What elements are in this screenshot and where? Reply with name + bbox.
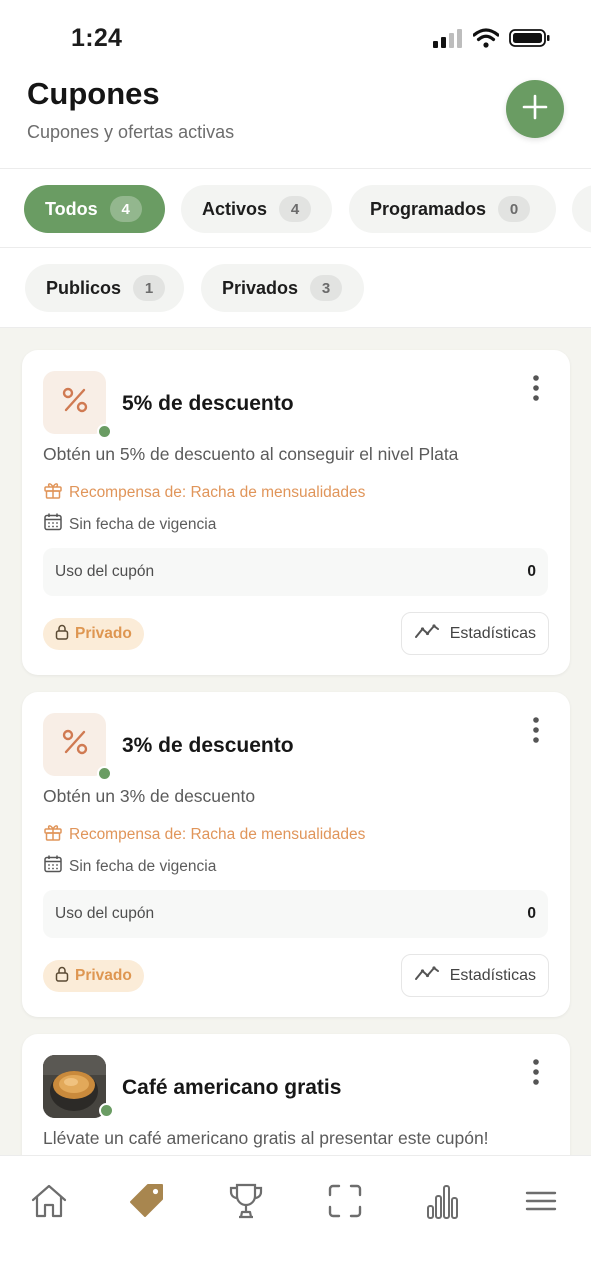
visibility-label: Privado	[75, 625, 132, 642]
coupon-usage-row: Uso del cupón 0	[43, 890, 548, 938]
active-status-dot	[97, 766, 112, 781]
calendar-icon	[43, 854, 63, 879]
filter-chip-label: Todos	[45, 198, 98, 219]
statistics-label: Estadísticas	[449, 966, 536, 984]
page-title: Cupones	[27, 76, 160, 111]
more-options-button[interactable]	[532, 1058, 540, 1091]
tab-statistics[interactable]	[418, 1178, 468, 1228]
coupon-title: 3% de descuento	[122, 734, 294, 757]
tab-home[interactable]	[24, 1178, 74, 1228]
add-coupon-button[interactable]	[506, 80, 564, 138]
tab-scan[interactable]	[320, 1178, 370, 1228]
kebab-menu-icon	[532, 1059, 540, 1090]
visibility-label: Privado	[75, 967, 132, 984]
coupon-validity-text: Sin fecha de vigencia	[69, 515, 217, 533]
filter-chip-label: Privados	[222, 277, 299, 298]
menu-icon	[525, 1190, 557, 1217]
filter-chip-count: 4	[109, 196, 142, 222]
coupon-description: Llévate un café americano gratis al pres…	[43, 1128, 489, 1148]
battery-icon	[509, 28, 551, 53]
filter-chip-count: 0	[498, 196, 531, 222]
coupon-validity: Sin fecha de vigencia	[43, 512, 216, 537]
statistics-button[interactable]: Estadísticas	[400, 954, 549, 997]
filter-chip-publicos[interactable]: Publicos 1	[25, 264, 184, 312]
coupon-usage-row: Uso del cupón 0	[43, 548, 548, 596]
filter-chip-count: 3	[310, 275, 343, 301]
statistics-label: Estadísticas	[449, 624, 536, 642]
calendar-icon	[43, 512, 63, 537]
lock-icon	[55, 966, 69, 987]
filter-chip-todos[interactable]: Todos 4	[24, 185, 165, 233]
tab-menu[interactable]	[516, 1178, 566, 1228]
trophy-icon	[228, 1182, 264, 1225]
coupon-description: Obtén un 3% de descuento	[43, 786, 256, 806]
visibility-badge: Privado	[43, 618, 144, 650]
coupon-card[interactable]: Café americano gratis Llévate un café am…	[22, 1034, 570, 1155]
gift-icon	[43, 480, 63, 505]
visibility-badge: Privado	[43, 960, 144, 992]
signal-icon	[433, 28, 463, 53]
coupon-thumbnail	[43, 713, 112, 781]
usage-label: Uso del cupón	[55, 905, 155, 922]
coupon-reward-text: Recompensa de: Racha de mensualidades	[69, 483, 366, 501]
coupon-thumbnail	[43, 371, 112, 439]
tag-icon	[128, 1182, 166, 1225]
kebab-menu-icon	[532, 375, 540, 406]
filter-chip-privados[interactable]: Privados 3	[201, 264, 364, 312]
kebab-menu-icon	[532, 717, 540, 748]
statistics-button[interactable]: Estadísticas	[400, 612, 549, 655]
coupon-reward: Recompensa de: Racha de mensualidades	[43, 822, 365, 847]
usage-label: Uso del cupón	[55, 563, 155, 580]
filter-chip-label: Programados	[370, 198, 487, 219]
scan-icon	[328, 1184, 362, 1223]
filter-chip-more[interactable]	[572, 185, 591, 233]
coupon-validity-text: Sin fecha de vigencia	[69, 857, 217, 875]
coupon-title: Café americano gratis	[122, 1076, 342, 1099]
filter-chip-count: 1	[133, 275, 166, 301]
active-status-dot	[99, 1103, 114, 1118]
plus-icon	[522, 94, 548, 125]
trend-line-icon	[414, 964, 440, 987]
coupon-list: 5% de descuento Obtén un 5% de descuento…	[0, 328, 591, 1155]
lock-icon	[55, 624, 69, 645]
visibility-filter-bar: Publicos 1 Privados 3	[0, 248, 591, 328]
coupon-reward-text: Recompensa de: Racha de mensualidades	[69, 825, 366, 843]
filter-chip-activos[interactable]: Activos 4	[181, 185, 332, 233]
percent-icon	[60, 385, 90, 420]
gift-icon	[43, 822, 63, 847]
coupon-reward: Recompensa de: Racha de mensualidades	[43, 480, 365, 505]
home-icon	[30, 1183, 68, 1224]
coupon-description: Obtén un 5% de descuento al conseguir el…	[43, 444, 459, 464]
tab-coupons[interactable]	[122, 1178, 172, 1228]
coupon-card[interactable]: 5% de descuento Obtén un 5% de descuento…	[22, 350, 570, 675]
usage-value: 0	[527, 563, 536, 580]
coupon-validity: Sin fecha de vigencia	[43, 854, 216, 879]
active-status-dot	[97, 424, 112, 439]
usage-value: 0	[527, 905, 536, 922]
status-icons	[433, 28, 551, 53]
filter-chip-count: 4	[279, 196, 312, 222]
more-options-button[interactable]	[532, 374, 540, 407]
coupon-card[interactable]: 3% de descuento Obtén un 3% de descuento…	[22, 692, 570, 1017]
filter-chip-programados[interactable]: Programados 0	[349, 185, 556, 233]
wifi-icon	[472, 28, 500, 53]
tab-rewards[interactable]	[221, 1178, 271, 1228]
coupon-title: 5% de descuento	[122, 392, 294, 415]
page-header: Cupones Cupones y ofertas activas	[0, 70, 591, 168]
status-time: 1:24	[71, 24, 123, 52]
status-bar: 1:24	[0, 0, 591, 70]
bottom-tab-bar	[0, 1155, 591, 1280]
more-options-button[interactable]	[532, 716, 540, 749]
status-filter-bar: Todos 4 Activos 4 Programados 0	[0, 168, 591, 248]
page-subtitle: Cupones y ofertas activas	[27, 122, 235, 142]
filter-chip-label: Publicos	[46, 277, 122, 298]
bar-chart-icon	[426, 1182, 460, 1225]
percent-icon	[60, 727, 90, 762]
coffee-photo	[43, 1055, 106, 1118]
filter-chip-label: Activos	[202, 198, 268, 219]
trend-line-icon	[414, 622, 440, 645]
